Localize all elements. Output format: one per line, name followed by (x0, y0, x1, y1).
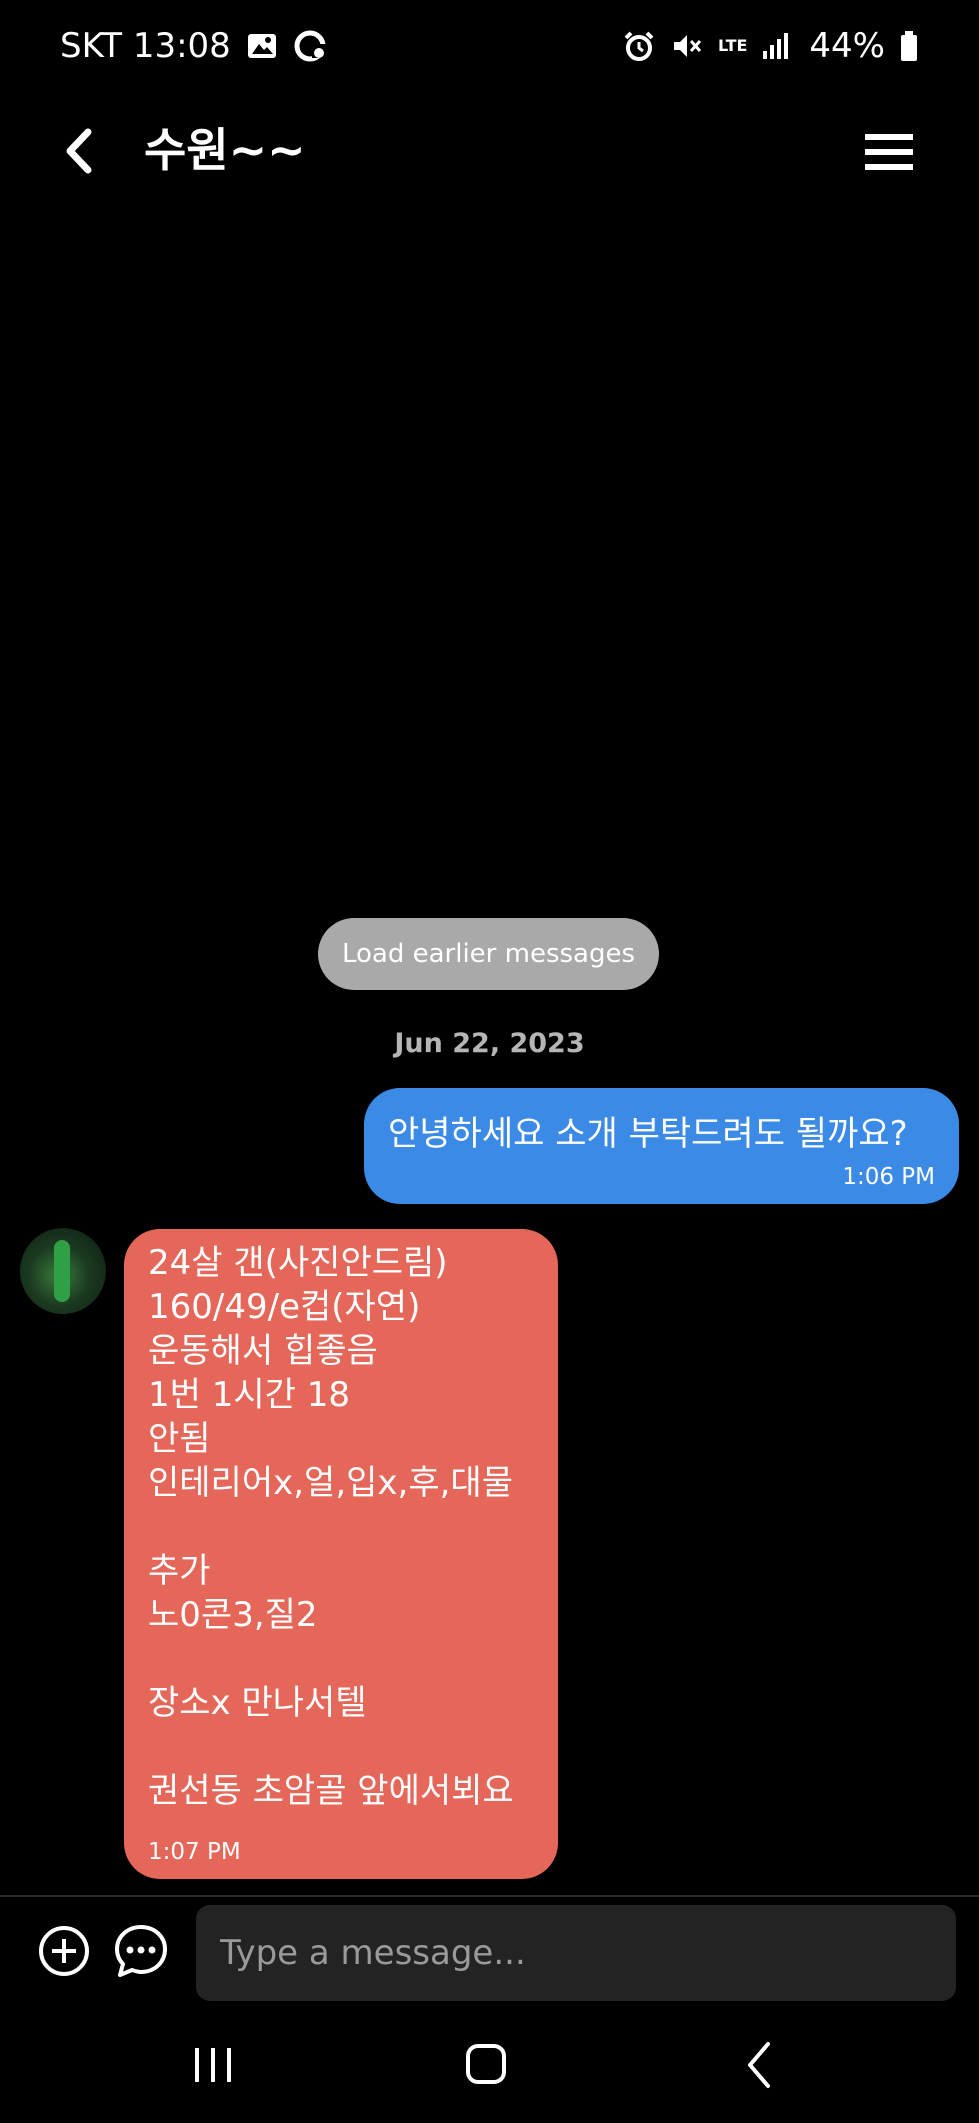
sync-icon (293, 29, 327, 63)
mute-icon (670, 29, 704, 63)
message-line: 노0콘3,질2 (148, 1595, 318, 1635)
battery-percent: 44% (809, 26, 885, 66)
message-line: 추가 (148, 1551, 211, 1591)
chat-title: 수원~~ (144, 123, 306, 177)
message-line (148, 1505, 514, 1549)
status-bar: SKT 13:08 LTE 44% (0, 0, 979, 96)
divider (0, 1895, 979, 1897)
back-arrow-icon[interactable] (48, 116, 118, 186)
message-line: 160/49/e컵(자연) (148, 1287, 421, 1327)
message-time: 1:07 PM (148, 1839, 241, 1865)
home-icon[interactable] (446, 2030, 526, 2100)
chat-bubble-icon[interactable] (112, 1922, 170, 1980)
signal-icon (761, 29, 795, 63)
battery-icon (899, 29, 919, 63)
message-line: 1번 1시간 18 (148, 1375, 350, 1415)
message-time: 1:06 PM (842, 1164, 935, 1190)
message-line: 인테리어x,얼,입x,후,대물 (148, 1463, 513, 1503)
system-nav-bar (0, 2030, 979, 2100)
nav-back-icon[interactable] (722, 2030, 802, 2100)
avatar[interactable] (20, 1228, 106, 1314)
message-input[interactable] (196, 1905, 956, 2001)
alarm-icon (622, 29, 656, 63)
recents-icon[interactable] (173, 2030, 253, 2100)
chat-header: 수원~~ (0, 96, 979, 206)
outgoing-message[interactable]: 안녕하세요 소개 부탁드려도 될까요? 1:06 PM (364, 1088, 959, 1204)
plus-circle-icon[interactable] (38, 1925, 90, 1977)
message-line: 24살 갠(사진안드림) (148, 1243, 448, 1283)
message-text: 안녕하세요 소개 부탁드려도 될까요? (388, 1114, 908, 1154)
message-line: 안됨 (148, 1419, 211, 1459)
image-icon (245, 29, 279, 63)
message-line: 운동해서 힙좋음 (148, 1331, 378, 1371)
incoming-message[interactable]: 24살 갠(사진안드림) 160/49/e컵(자연) 운동해서 힙좋음 1번 1… (124, 1229, 558, 1879)
message-line: 권선동 초암골 앞에서뵈요 (148, 1771, 514, 1811)
carrier-time: SKT 13:08 (60, 26, 231, 66)
message-line: 장소x 만나서텔 (148, 1683, 367, 1723)
date-separator: Jun 22, 2023 (394, 1028, 585, 1059)
network-label: LTE (718, 36, 748, 55)
message-line (148, 1725, 514, 1769)
load-earlier-button[interactable]: Load earlier messages (318, 918, 659, 990)
menu-icon[interactable] (859, 122, 919, 182)
message-line (148, 1637, 514, 1681)
